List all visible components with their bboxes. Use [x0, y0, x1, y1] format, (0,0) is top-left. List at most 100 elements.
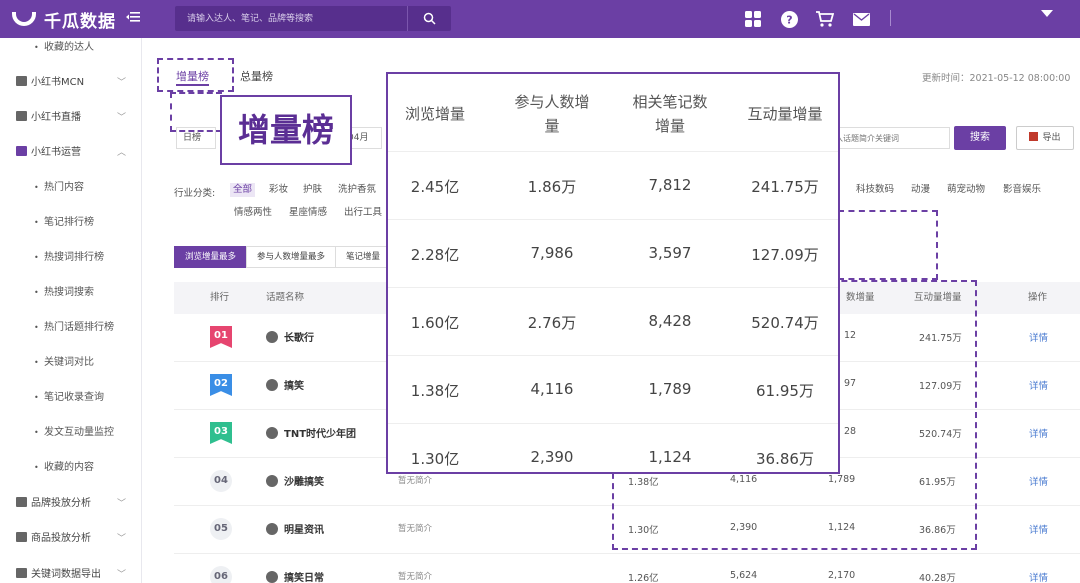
sidebar-item-hot-search[interactable]: 热搜词搜索: [0, 283, 141, 303]
sort-notes[interactable]: 笔记增量: [335, 246, 392, 268]
zoom-cell: 2.28亿: [410, 246, 460, 264]
sidebar-group-operations[interactable]: 小红书运营 ︿: [0, 143, 141, 163]
sort-bar: 浏览增量最多 参与人数增量最多 笔记增量: [174, 246, 392, 268]
category-pets[interactable]: 萌宠动物: [944, 183, 988, 197]
category-entertainment[interactable]: 影音娱乐: [1000, 183, 1044, 197]
menu-collapse-icon[interactable]: [126, 10, 142, 26]
topic-hash-icon: [266, 523, 278, 535]
video-icon: [16, 111, 27, 121]
sidebar-group-mcn[interactable]: 小红书MCN ﹀: [0, 73, 141, 93]
tab-total[interactable]: 总量榜: [240, 68, 273, 86]
annotation-dashed-tab: [157, 58, 234, 92]
category-tech[interactable]: 科技数码: [853, 183, 897, 197]
export-button[interactable]: 导出: [1016, 126, 1074, 150]
sidebar-group-brand[interactable]: 品牌投放分析 ﹀: [0, 494, 141, 514]
sidebar-item-note-ranking[interactable]: 笔记排行榜: [0, 213, 141, 233]
building-icon: [16, 76, 27, 86]
annotation-dashed-connector: [170, 92, 222, 132]
sort-participants[interactable]: 参与人数增量最多: [246, 246, 337, 268]
sidebar-group-product[interactable]: 商品投放分析 ﹀: [0, 529, 141, 549]
detail-link[interactable]: 详情: [1029, 522, 1048, 536]
zoom-cell: 61.95万: [756, 382, 814, 400]
zoom-cell: 3,597: [648, 244, 692, 262]
topic-hash-icon: [266, 475, 278, 487]
category-skincare[interactable]: 护肤: [300, 183, 325, 197]
cart-icon[interactable]: [816, 10, 834, 28]
annotation-dashed-connector: [838, 210, 938, 280]
zoom-cell: 127.09万: [751, 246, 819, 264]
search-button[interactable]: 搜索: [954, 126, 1006, 150]
sidebar-item-hot-search-ranking[interactable]: 热搜词排行榜: [0, 248, 141, 268]
mail-icon[interactable]: [852, 10, 870, 28]
sidebar-item-favorite-content[interactable]: 收藏的内容: [0, 458, 141, 478]
sidebar-item-note-index[interactable]: 笔记收录查询: [0, 388, 141, 408]
views-inc: 1.26亿: [628, 573, 659, 583]
sidebar-item-keyword-compare[interactable]: 关键词对比: [0, 353, 141, 373]
zoom-cell: 1,789: [648, 380, 692, 398]
sidebar-item-hot-topics[interactable]: 热门话题排行榜: [0, 318, 141, 338]
user-menu-chevron-icon[interactable]: [1041, 10, 1053, 17]
topic-name[interactable]: 长歌行: [284, 329, 314, 344]
detail-link[interactable]: 详情: [1029, 330, 1048, 344]
zoom-cell: 8,428: [648, 312, 692, 330]
zoom-row: 2.45亿 1.86万 7,812 241.75万: [388, 152, 838, 220]
category-label: 行业分类:: [174, 188, 216, 199]
chevron-down-icon: ﹀: [116, 78, 126, 88]
zoom-cell: 241.75万: [751, 178, 819, 196]
zoom-cell: 1.38亿: [410, 382, 460, 400]
sidebar-group-keyword-export[interactable]: 关键词数据导出 ﹀: [0, 565, 141, 583]
category-all[interactable]: 全部: [230, 183, 256, 197]
chevron-down-icon: ﹀: [116, 534, 126, 544]
help-icon[interactable]: ?: [780, 10, 798, 28]
topic-name[interactable]: TNT时代少年团: [284, 425, 356, 440]
sidebar-item-favorite-kols[interactable]: 收藏的达人: [0, 38, 141, 58]
zoom-row: 2.28亿 7,986 3,597 127.09万: [388, 220, 838, 288]
detail-link[interactable]: 详情: [1029, 474, 1048, 488]
category-astrology[interactable]: 星座情感: [289, 204, 327, 218]
logo[interactable]: 千瓜数据: [12, 6, 116, 32]
topic-hash-icon: [266, 571, 278, 583]
zoom-cell: 1.60亿: [410, 314, 460, 332]
rank-badge: 05: [210, 518, 232, 540]
topic-desc: 暂无简介: [398, 524, 433, 534]
svg-text:?: ?: [786, 13, 792, 26]
sidebar-group-live[interactable]: 小红书直播 ﹀: [0, 108, 141, 128]
category-anime[interactable]: 动漫: [908, 183, 933, 197]
logo-mark-icon: [12, 12, 36, 26]
col-rank: 排行: [210, 292, 230, 303]
search-icon[interactable]: [407, 6, 451, 31]
category-relationships[interactable]: 情感两性: [234, 204, 272, 218]
detail-link[interactable]: 详情: [1029, 426, 1048, 440]
sidebar-item-hot-content[interactable]: 热门内容: [0, 178, 141, 198]
zoom-cell: 36.86万: [756, 450, 814, 468]
chevron-down-icon: ﹀: [116, 570, 126, 580]
category-haircare[interactable]: 洗护香氛: [335, 183, 379, 197]
zoom-row: 1.38亿 4,116 1,789 61.95万: [388, 356, 838, 424]
topic-name[interactable]: 搞笑: [284, 377, 304, 392]
topic-name[interactable]: 沙雕搞笑: [284, 473, 324, 488]
sort-views[interactable]: 浏览增量最多: [174, 246, 248, 268]
category-makeup[interactable]: 彩妆: [266, 183, 291, 197]
category-transport[interactable]: 出行工具: [344, 204, 382, 218]
col-topic: 话题名称: [266, 292, 305, 303]
zoom-header: 浏览增量 参与人数增量 相关笔记数增量 互动量增量: [388, 74, 838, 152]
chevron-down-icon: ﹀: [116, 499, 126, 509]
search-input[interactable]: [175, 6, 407, 31]
chevron-down-icon: ﹀: [116, 113, 126, 123]
rank-badge: 01: [210, 326, 232, 348]
product-icon: [16, 532, 27, 542]
detail-link[interactable]: 详情: [1029, 378, 1048, 392]
apps-grid-icon[interactable]: [744, 10, 762, 28]
topic-name[interactable]: 明星资讯: [284, 521, 324, 536]
topic-hash-icon: [266, 427, 278, 439]
col-action: 操作: [1028, 292, 1048, 303]
rank-badge: 04: [210, 470, 232, 492]
participants-inc: 5,624: [730, 570, 758, 581]
topic-name[interactable]: 搞笑日常: [284, 569, 324, 583]
zoom-cell: 1.30亿: [410, 450, 460, 468]
zoom-cell: 2.45亿: [410, 178, 460, 196]
top-bar: 千瓜数据 ?: [0, 0, 1080, 38]
detail-link[interactable]: 详情: [1029, 570, 1048, 583]
rank-badge: 02: [210, 374, 232, 396]
sidebar-item-interaction-monitor[interactable]: 发文互动量监控: [0, 423, 141, 443]
